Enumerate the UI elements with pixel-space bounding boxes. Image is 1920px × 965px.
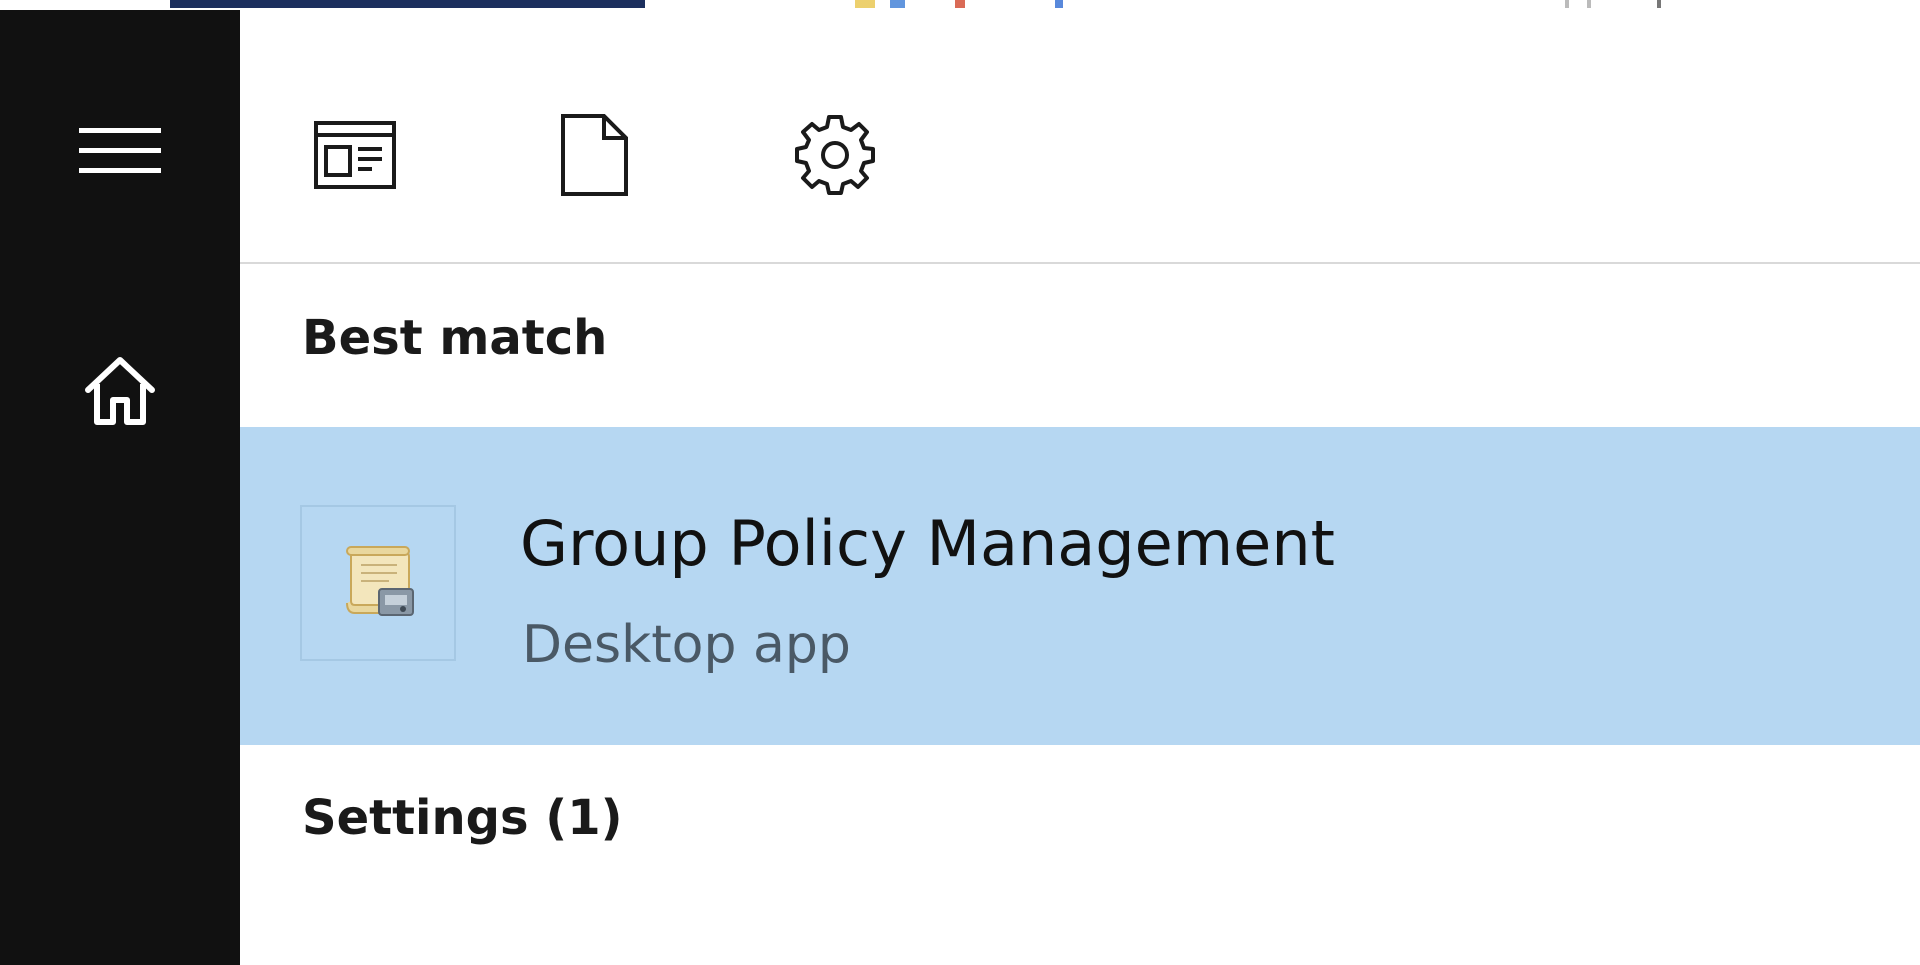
filter-toolbar: [240, 10, 1920, 264]
search-panel: Best match Group Policy Management Deskt…: [240, 10, 1920, 965]
apps-filter-button[interactable]: [300, 100, 410, 210]
document-icon: [561, 114, 628, 196]
start-sidebar: [0, 10, 240, 965]
taskbar-fragment: [170, 0, 645, 8]
settings-heading[interactable]: Settings (1): [302, 790, 623, 846]
documents-filter-button[interactable]: [540, 100, 650, 210]
result-icon-tile: [300, 505, 456, 661]
top-strip: [0, 0, 1920, 10]
background-marks: [1565, 0, 1665, 8]
group-policy-scroll-icon: [346, 546, 414, 616]
home-icon: [85, 357, 155, 425]
best-match-result[interactable]: Group Policy Management Desktop app: [240, 427, 1920, 745]
best-match-heading: Best match: [302, 310, 608, 366]
apps-icon: [314, 121, 396, 189]
result-subtitle: Desktop app: [522, 615, 851, 675]
hamburger-menu-icon: [79, 128, 161, 173]
menu-button[interactable]: [0, 100, 240, 200]
settings-filter-button[interactable]: [780, 100, 890, 210]
background-window-fragment: [795, 0, 1085, 8]
result-title: Group Policy Management: [520, 507, 1335, 580]
gear-icon: [795, 115, 875, 195]
home-button[interactable]: [0, 340, 240, 440]
